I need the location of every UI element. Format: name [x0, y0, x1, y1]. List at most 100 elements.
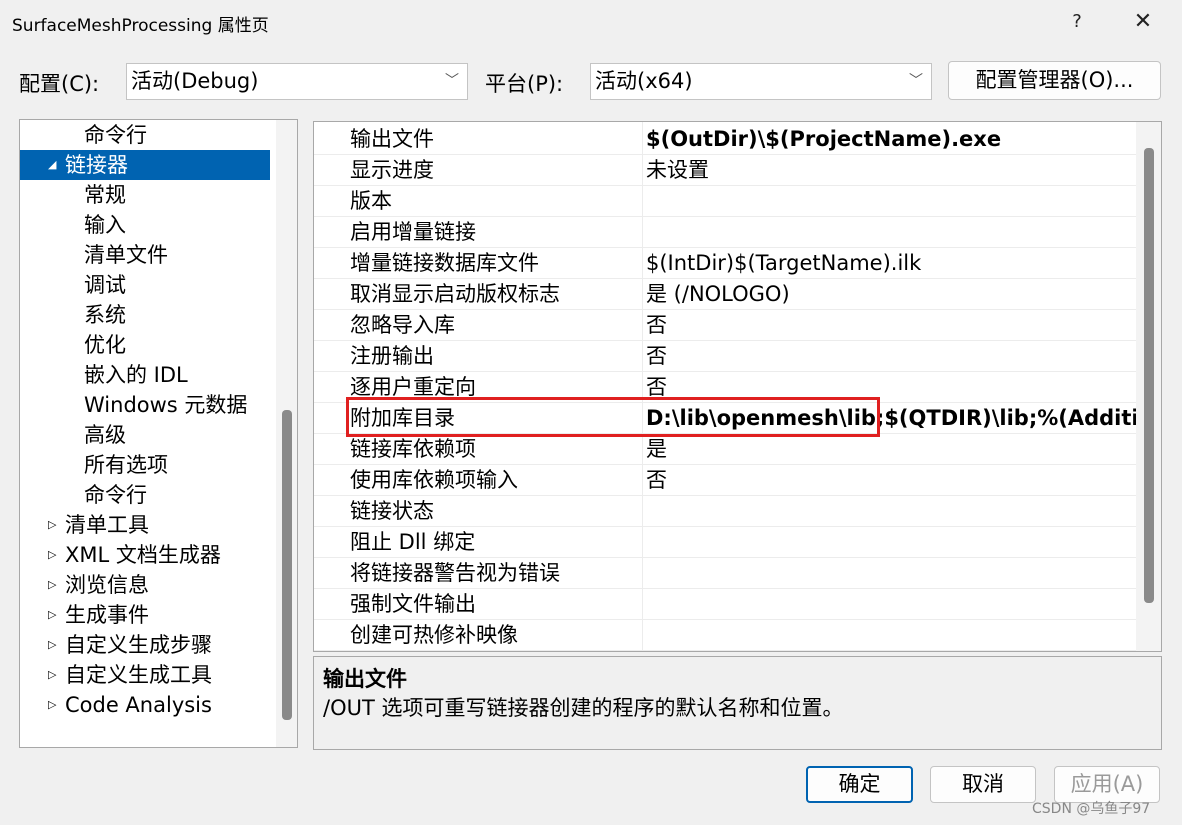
grid-scrollbar[interactable] [1136, 122, 1161, 651]
property-name: 版本 [350, 189, 392, 213]
tree-item[interactable]: 调试 [20, 270, 270, 300]
platform-dropdown[interactable]: 活动(x64) ﹀ [590, 63, 932, 100]
tree-item-label: 自定义生成步骤 [65, 633, 212, 657]
tree-item[interactable]: ▷ 自定义生成步骤 [20, 630, 270, 660]
property-row[interactable]: 版本 [314, 186, 1136, 217]
tree-item[interactable]: 常规 [20, 180, 270, 210]
property-row[interactable]: 启用增量链接 [314, 217, 1136, 248]
watermark: CSDN @乌鱼子97 [1032, 801, 1151, 817]
tree-item[interactable]: 命令行 [20, 480, 270, 510]
expand-arrow-icon[interactable]: ▷ [48, 600, 56, 630]
property-name: 将链接器警告视为错误 [350, 561, 560, 585]
property-value[interactable]: 否 [646, 465, 1136, 495]
property-row[interactable]: 使用库依赖项输入 否 [314, 465, 1136, 496]
property-row[interactable]: 显示进度 未设置 [314, 155, 1136, 186]
expand-arrow-icon[interactable]: ▷ [48, 510, 56, 540]
tree-item[interactable]: ▷ 生成事件 [20, 600, 270, 630]
property-row[interactable]: 注册输出 否 [314, 341, 1136, 372]
tree-item-label: 自定义生成工具 [65, 663, 212, 687]
tree-item-label: 输入 [84, 213, 126, 237]
property-value[interactable]: $(IntDir)$(TargetName).ilk [646, 248, 1136, 278]
title-bar: SurfaceMeshProcessing 属性页 ? ✕ [0, 0, 1182, 46]
column-separator[interactable] [642, 122, 643, 651]
highlight-annotation-box [346, 397, 880, 437]
tree-item-label: Code Analysis [65, 693, 212, 717]
property-name: 取消显示启动版权标志 [350, 282, 560, 306]
property-row[interactable]: 链接库依赖项 是 [314, 434, 1136, 465]
property-row[interactable]: 链接状态 [314, 496, 1136, 527]
property-row[interactable]: 强制文件输出 [314, 589, 1136, 620]
property-value[interactable]: 未设置 [646, 155, 1136, 185]
property-name: 创建可热修补映像 [350, 623, 518, 647]
tree-item-label: Windows 元数据 [84, 393, 248, 417]
property-grid[interactable]: 输出文件 $(OutDir)\$(ProjectName).exe 显示进度 未设置版… [313, 121, 1162, 652]
tree-scrollbar[interactable] [276, 120, 297, 747]
help-button[interactable]: ? [1062, 8, 1092, 36]
property-value[interactable]: 否 [646, 341, 1136, 371]
tree-item[interactable]: 所有选项 [20, 450, 270, 480]
tree-item[interactable]: ▷ 浏览信息 [20, 570, 270, 600]
property-row[interactable]: 取消显示启动版权标志 是 (/NOLOGO) [314, 279, 1136, 310]
tree-item-label: 所有选项 [84, 453, 168, 477]
expand-arrow-icon[interactable]: ▷ [48, 660, 56, 690]
ok-button[interactable]: 确定 [806, 766, 913, 803]
property-value[interactable]: $(OutDir)\$(ProjectName).exe [646, 124, 1136, 154]
tree-item[interactable]: 优化 [20, 330, 270, 360]
tree-item[interactable]: 输入 [20, 210, 270, 240]
chevron-down-icon: ﹀ [445, 73, 459, 89]
property-name: 忽略导入库 [350, 313, 455, 337]
description-text: /OUT 选项可重写链接器创建的程序的默认名称和位置。 [323, 696, 844, 720]
tree-item-label: XML 文档生成器 [65, 543, 221, 567]
expand-arrow-icon[interactable]: ▷ [48, 570, 56, 600]
property-name: 输出文件 [350, 127, 434, 151]
cancel-button[interactable]: 取消 [930, 766, 1036, 803]
collapse-arrow-icon[interactable]: ◢ [48, 150, 56, 180]
category-tree[interactable]: 命令行 ◢ 链接器 常规输入清单文件调试系统优化 嵌入的 IDL Windows 元数据高… [19, 119, 298, 748]
property-value[interactable]: 否 [646, 310, 1136, 340]
property-row[interactable]: 创建可热修补映像 [314, 620, 1136, 651]
property-name: 增量链接数据库文件 [350, 251, 539, 275]
tree-item[interactable]: ▷ 清单工具 [20, 510, 270, 540]
property-row[interactable]: 将链接器警告视为错误 [314, 558, 1136, 589]
window-title: SurfaceMeshProcessing 属性页 [12, 16, 269, 36]
tree-item-label: 浏览信息 [65, 573, 149, 597]
property-row[interactable]: 忽略导入库 否 [314, 310, 1136, 341]
property-row[interactable]: 输出文件 $(OutDir)\$(ProjectName).exe [314, 124, 1136, 155]
tree-item[interactable]: ◢ 链接器 [20, 150, 270, 180]
config-dropdown[interactable]: 活动(Debug) ﹀ [126, 63, 468, 100]
tree-item[interactable]: ▷ XML 文档生成器 [20, 540, 270, 570]
tree-item[interactable]: 高级 [20, 420, 270, 450]
config-value: 活动(Debug) [131, 69, 259, 93]
property-name: 阻止 Dll 绑定 [350, 530, 476, 554]
expand-arrow-icon[interactable]: ▷ [48, 540, 56, 570]
platform-value: 活动(x64) [595, 69, 693, 93]
tree-item[interactable]: 嵌入的 IDL [20, 360, 270, 390]
tree-item-label: 生成事件 [65, 603, 149, 627]
tree-item-label: 命令行 [84, 123, 147, 147]
property-row[interactable]: 阻止 Dll 绑定 [314, 527, 1136, 558]
tree-item[interactable]: Windows 元数据 [20, 390, 270, 420]
property-name: 注册输出 [350, 344, 434, 368]
tree-item-label: 调试 [84, 273, 126, 297]
tree-scrollbar-thumb[interactable] [282, 410, 292, 720]
expand-arrow-icon[interactable]: ▷ [48, 630, 56, 660]
property-name: 启用增量链接 [350, 220, 476, 244]
tree-item[interactable]: 系统 [20, 300, 270, 330]
close-button[interactable]: ✕ [1128, 8, 1158, 36]
tree-item-label: 命令行 [84, 483, 147, 507]
description-panel: 输出文件 /OUT 选项可重写链接器创建的程序的默认名称和位置。 [313, 656, 1162, 750]
property-name: 强制文件输出 [350, 592, 476, 616]
config-label: 配置(C): [19, 72, 100, 96]
grid-scrollbar-thumb[interactable] [1144, 148, 1154, 603]
tree-item-label: 清单文件 [84, 243, 168, 267]
expand-arrow-icon[interactable]: ▷ [48, 690, 56, 720]
tree-item[interactable]: 命令行 [20, 120, 270, 150]
config-manager-button[interactable]: 配置管理器(O)... [948, 61, 1161, 100]
tree-item-label: 系统 [84, 303, 126, 327]
property-value[interactable]: 是 [646, 434, 1136, 464]
property-value[interactable]: 是 (/NOLOGO) [646, 279, 1136, 309]
tree-item[interactable]: 清单文件 [20, 240, 270, 270]
property-row[interactable]: 增量链接数据库文件 $(IntDir)$(TargetName).ilk [314, 248, 1136, 279]
tree-item[interactable]: ▷ 自定义生成工具 [20, 660, 270, 690]
tree-item[interactable]: ▷ Code Analysis [20, 690, 270, 720]
